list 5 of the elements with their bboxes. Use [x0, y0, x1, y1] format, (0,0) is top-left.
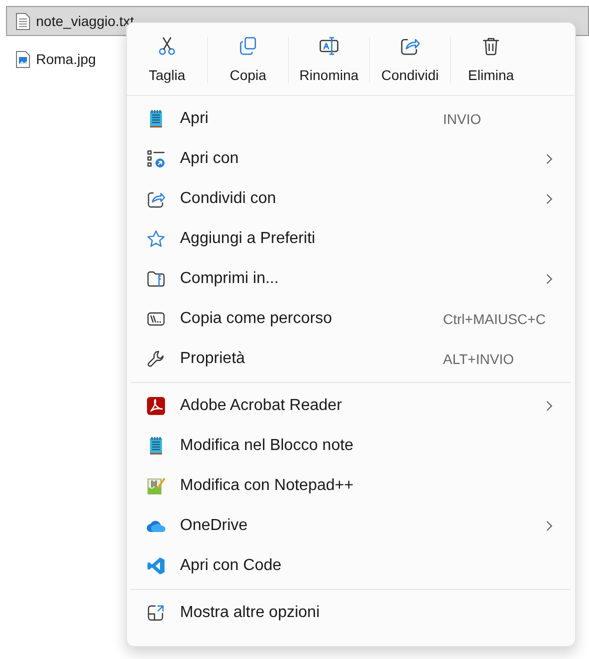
shortcut-text: Ctrl+MAIUSC+C: [443, 310, 546, 328]
file-name: Roma.jpg: [36, 50, 97, 69]
shortcut-text: INVIO: [443, 110, 482, 128]
shortcut-text: ALT+INVIO: [443, 350, 514, 368]
file-name: note_viaggio.txt: [36, 12, 136, 31]
